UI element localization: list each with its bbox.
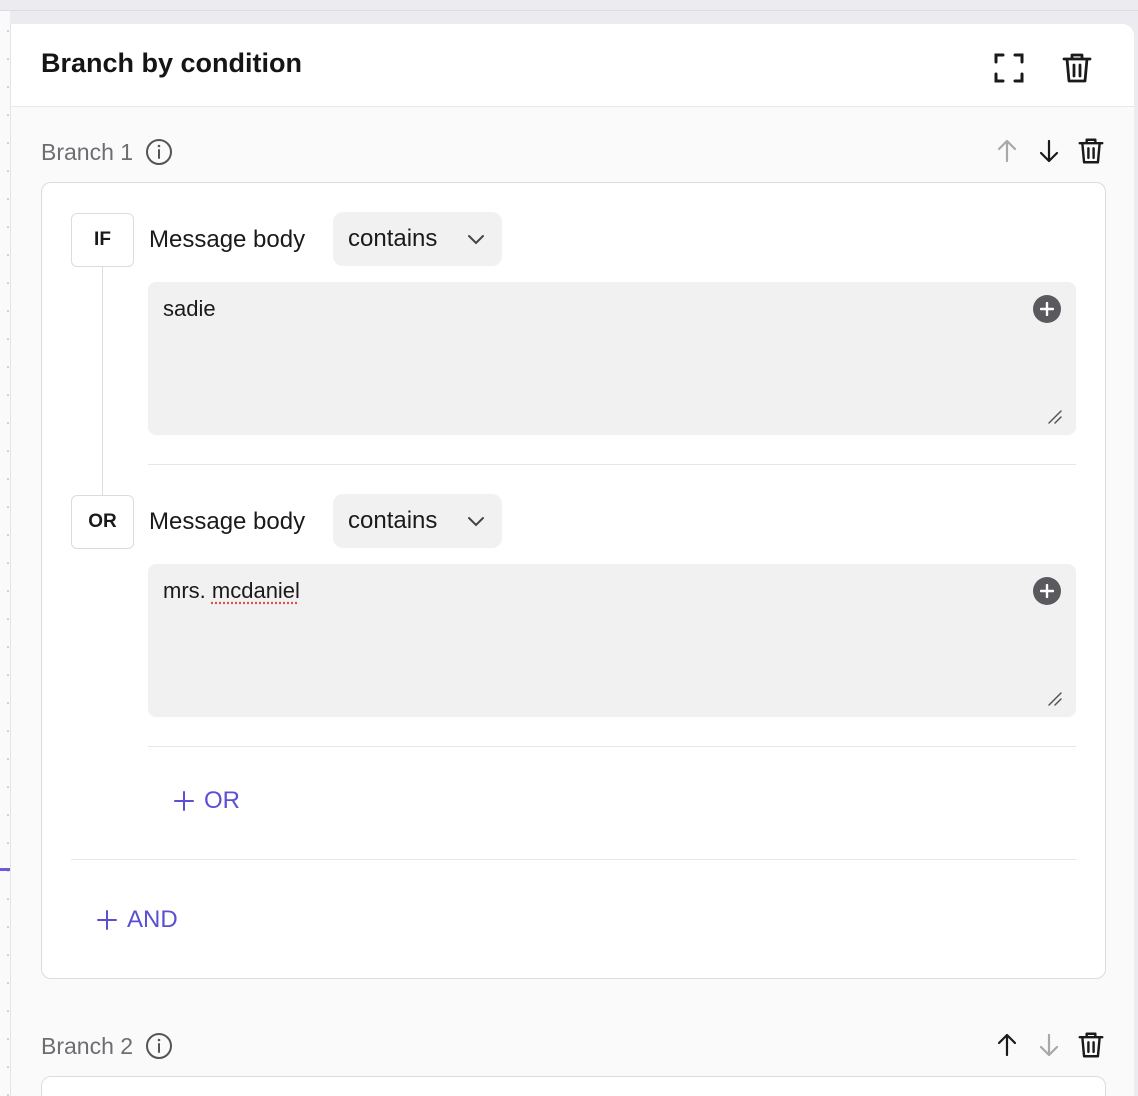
canvas-connector-mark bbox=[0, 868, 10, 871]
add-and-button[interactable]: AND bbox=[97, 906, 178, 934]
add-or-label: OR bbox=[204, 787, 240, 814]
top-bar bbox=[0, 0, 1138, 11]
move-up-icon[interactable] bbox=[994, 1032, 1020, 1058]
resize-grip-icon[interactable] bbox=[1047, 409, 1063, 425]
resize-grip-icon[interactable] bbox=[1047, 691, 1063, 707]
branch-2-tools bbox=[994, 1031, 1104, 1059]
condition-1-value-text: sadie bbox=[163, 296, 216, 321]
spellcheck-word: mcdaniel bbox=[211, 578, 300, 603]
panel-header: Branch by condition bbox=[11, 24, 1134, 107]
expand-button[interactable] bbox=[989, 48, 1029, 88]
group-divider bbox=[71, 859, 1076, 860]
condition-divider bbox=[148, 746, 1076, 747]
branch-2-card bbox=[41, 1076, 1106, 1096]
branch-settings-panel: Branch by condition Branch 1 IF Message … bbox=[10, 24, 1134, 1096]
plus-icon bbox=[1040, 302, 1054, 316]
plus-icon bbox=[174, 791, 194, 811]
condition-2-value-input[interactable]: mrs. mcdaniel bbox=[148, 564, 1076, 717]
condition-connector-line bbox=[102, 265, 103, 495]
condition-2-comparator-value: contains bbox=[348, 507, 438, 534]
condition-1-value-input[interactable]: sadie bbox=[148, 282, 1076, 435]
add-variable-button[interactable] bbox=[1033, 295, 1061, 323]
move-down-icon[interactable] bbox=[1036, 1032, 1062, 1058]
plus-icon bbox=[97, 910, 117, 930]
plus-icon bbox=[1040, 584, 1054, 598]
operator-if: IF bbox=[71, 213, 134, 267]
branch-1-header: Branch 1 bbox=[41, 137, 173, 167]
delete-node-button[interactable] bbox=[1057, 48, 1097, 88]
delete-branch-icon[interactable] bbox=[1078, 1031, 1104, 1059]
info-icon[interactable] bbox=[145, 138, 173, 166]
move-down-icon[interactable] bbox=[1036, 138, 1062, 164]
branch-1-title: Branch 1 bbox=[41, 138, 134, 165]
condition-divider bbox=[148, 464, 1076, 465]
operator-or: OR bbox=[71, 495, 134, 549]
chevron-down-icon bbox=[468, 235, 484, 245]
condition-2-value-text: mrs. mcdaniel bbox=[163, 578, 300, 603]
branch-1-card: IF Message body contains sadie OR Messag… bbox=[41, 182, 1106, 979]
info-icon[interactable] bbox=[145, 1032, 173, 1060]
delete-branch-icon[interactable] bbox=[1078, 137, 1104, 165]
add-and-label: AND bbox=[127, 906, 178, 933]
condition-1-comparator-value: contains bbox=[348, 225, 438, 252]
expand-icon bbox=[994, 53, 1024, 83]
chevron-down-icon bbox=[468, 517, 484, 527]
branch-2-header: Branch 2 bbox=[41, 1031, 173, 1061]
workflow-canvas-edge bbox=[0, 11, 10, 1096]
trash-icon bbox=[1062, 53, 1092, 83]
condition-1-field[interactable]: Message body bbox=[149, 226, 305, 254]
branch-1-tools bbox=[994, 137, 1104, 165]
add-variable-button[interactable] bbox=[1033, 577, 1061, 605]
condition-2-field[interactable]: Message body bbox=[149, 508, 305, 536]
branch-2-title: Branch 2 bbox=[41, 1032, 134, 1059]
panel-title: Branch by condition bbox=[41, 48, 303, 78]
move-up-icon[interactable] bbox=[994, 138, 1020, 164]
condition-2-comparator-select[interactable]: contains bbox=[333, 494, 502, 548]
add-or-button[interactable]: OR bbox=[174, 787, 240, 815]
condition-1-comparator-select[interactable]: contains bbox=[333, 212, 502, 266]
